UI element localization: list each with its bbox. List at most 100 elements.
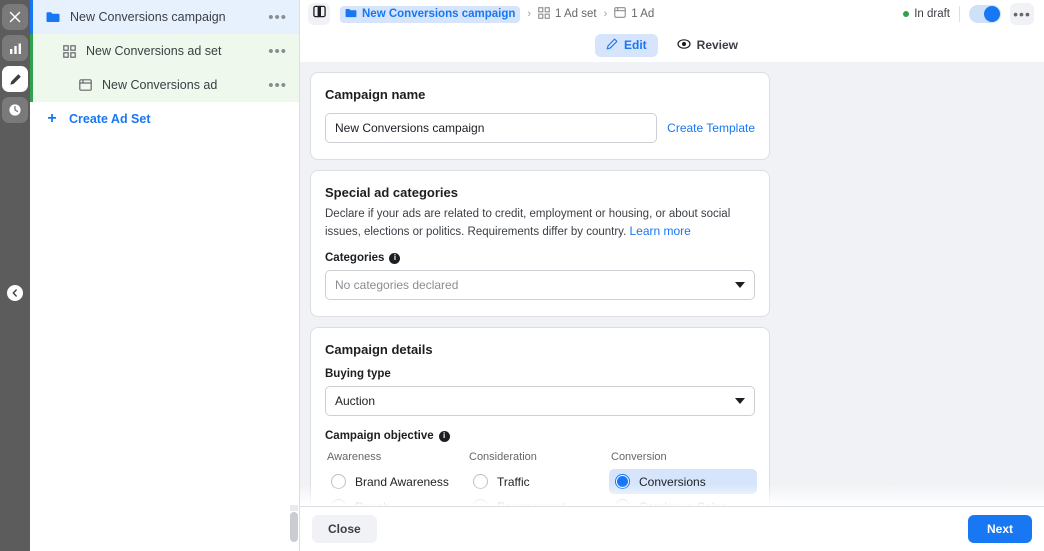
plus-icon: + xyxy=(47,110,57,127)
footer-bar: Close Next xyxy=(300,506,1044,551)
tab-edit[interactable]: Edit xyxy=(594,33,658,57)
chevron-left-icon xyxy=(11,284,19,302)
objective-option-label: Brand Awareness xyxy=(355,474,449,489)
window-icon xyxy=(614,7,627,21)
objective-option-label: Conversions xyxy=(639,474,706,489)
campaign-name-row: Create Template xyxy=(325,113,755,143)
breadcrumb: New Conversions campaign › 1 Ad set › 1 … xyxy=(340,5,903,23)
buying-type-select[interactable]: Auction xyxy=(325,386,755,417)
chevron-down-icon xyxy=(735,398,745,405)
objective-option-label: Traffic xyxy=(497,474,530,489)
tree-item-label: New Conversions ad xyxy=(102,78,218,92)
objective-option-label: Catalogue Sales xyxy=(639,500,727,506)
pencil-icon xyxy=(606,38,618,53)
create-template-link[interactable]: Create Template xyxy=(667,121,755,135)
close-button[interactable]: Close xyxy=(312,515,377,543)
folder-icon xyxy=(44,11,62,23)
campaign-name-input[interactable] xyxy=(325,113,658,143)
buying-type-label: Buying type xyxy=(325,368,755,380)
campaign-accent-bar xyxy=(30,0,33,34)
breadcrumb-label: 1 Ad set xyxy=(555,8,597,20)
objective-column-consideration: Consideration Traffic Engagement App Ins… xyxy=(467,451,609,506)
tab-label: Edit xyxy=(623,38,647,52)
objective-column-heading: Consideration xyxy=(469,451,537,464)
collapse-panel-button[interactable] xyxy=(7,285,23,301)
status-label: In draft xyxy=(914,8,950,20)
special-ad-categories-card: Special ad categories Declare if your ad… xyxy=(310,170,770,318)
tree-item-ad[interactable]: New Conversions ad ••• xyxy=(30,68,299,102)
grid-icon xyxy=(538,6,550,22)
categories-select-value: No categories declared xyxy=(335,278,459,293)
create-ad-set-button[interactable]: + Create Ad Set xyxy=(30,102,299,136)
radio-icon xyxy=(615,474,630,490)
tree-item-ad-set[interactable]: New Conversions ad set ••• xyxy=(30,34,299,68)
campaign-objective-label-text: Campaign objective xyxy=(325,430,434,443)
tree-item-menu-button[interactable]: ••• xyxy=(264,8,291,27)
tree-item-campaign[interactable]: New Conversions campaign ••• xyxy=(30,0,299,34)
folder-icon xyxy=(345,8,357,21)
objective-option-traffic[interactable]: Traffic xyxy=(467,469,609,494)
objective-option-label: Engagement xyxy=(497,500,565,506)
learn-more-link[interactable]: Learn more xyxy=(629,224,690,238)
objective-option-brand-awareness[interactable]: Brand Awareness xyxy=(325,469,467,494)
breadcrumb-item-campaign[interactable]: New Conversions campaign xyxy=(340,5,521,23)
categories-select[interactable]: No categories declared xyxy=(325,270,755,301)
create-ad-set-label: Create Ad Set xyxy=(69,112,151,126)
breadcrumb-separator: › xyxy=(527,8,532,20)
objective-option-conversions[interactable]: Conversions xyxy=(609,469,757,495)
sidebar-scrollbar[interactable] xyxy=(290,512,298,542)
tree-item-menu-button[interactable]: ••• xyxy=(264,42,291,61)
tab-bar: Edit Review xyxy=(300,28,1044,62)
adset-accent-bar xyxy=(30,68,33,102)
tree-item-label: New Conversions campaign xyxy=(70,10,226,24)
info-icon[interactable]: i xyxy=(438,430,450,442)
campaign-objective-columns: Awareness Brand Awareness Reach Consider… xyxy=(325,451,757,506)
top-bar: New Conversions campaign › 1 Ad set › 1 … xyxy=(300,0,1044,62)
panel-toggle-button[interactable] xyxy=(308,3,330,25)
objective-column-heading: Conversion xyxy=(611,451,667,464)
history-icon-button[interactable] xyxy=(2,97,28,123)
more-options-button[interactable]: ••• xyxy=(1010,3,1034,25)
grid-icon xyxy=(60,44,78,58)
eye-icon xyxy=(677,38,691,53)
window-icon xyxy=(76,79,94,91)
publish-toggle[interactable] xyxy=(969,5,1001,23)
radio-icon xyxy=(473,499,488,506)
breadcrumb-item-ad-set[interactable]: 1 Ad set xyxy=(538,6,597,22)
pencil-icon xyxy=(9,73,22,86)
left-icon-rail xyxy=(0,0,30,551)
special-ad-categories-description: Declare if your ads are related to credi… xyxy=(325,206,745,240)
objective-option-engagement[interactable]: Engagement xyxy=(467,494,609,506)
status-dot-icon xyxy=(903,11,910,17)
tree-item-menu-button[interactable]: ••• xyxy=(264,76,291,95)
buying-type-select-value: Auction xyxy=(335,394,376,409)
sidebar-panel-icon xyxy=(312,5,326,23)
campaign-creation-app: New Conversions campaign ••• New Convers… xyxy=(0,0,1044,551)
radio-icon xyxy=(331,499,346,506)
buying-type-label-text: Buying type xyxy=(325,368,391,381)
next-button[interactable]: Next xyxy=(967,515,1032,543)
close-icon-button[interactable] xyxy=(2,4,28,30)
tab-review[interactable]: Review xyxy=(666,34,749,57)
tree-item-label: New Conversions ad set xyxy=(86,44,222,58)
breadcrumb-item-ad[interactable]: 1 Ad xyxy=(614,7,654,21)
edit-icon-button[interactable] xyxy=(2,66,28,92)
radio-icon xyxy=(615,499,630,506)
objective-option-reach[interactable]: Reach xyxy=(325,494,467,506)
clock-icon xyxy=(8,103,22,117)
radio-icon xyxy=(473,474,488,490)
reporting-icon-button[interactable] xyxy=(2,35,28,61)
campaign-tree-sidebar: New Conversions campaign ••• New Convers… xyxy=(30,0,300,551)
campaign-name-card: Campaign name Create Template xyxy=(310,72,770,160)
info-icon[interactable]: i xyxy=(389,252,401,264)
campaign-objective-label: Campaign objective i xyxy=(325,430,755,442)
objective-option-catalogue-sales[interactable]: Catalogue Sales xyxy=(609,494,757,506)
close-icon xyxy=(9,11,21,23)
form-scroll-area[interactable]: Campaign name Create Template Special ad… xyxy=(300,62,1044,506)
tab-label: Review xyxy=(696,38,739,52)
breadcrumb-label: New Conversions campaign xyxy=(362,8,516,20)
campaign-details-card: Campaign details Buying type Auction Cam… xyxy=(310,327,770,506)
categories-label-text: Categories xyxy=(325,252,385,265)
objective-column-heading: Awareness xyxy=(327,451,382,464)
divider xyxy=(959,6,960,22)
